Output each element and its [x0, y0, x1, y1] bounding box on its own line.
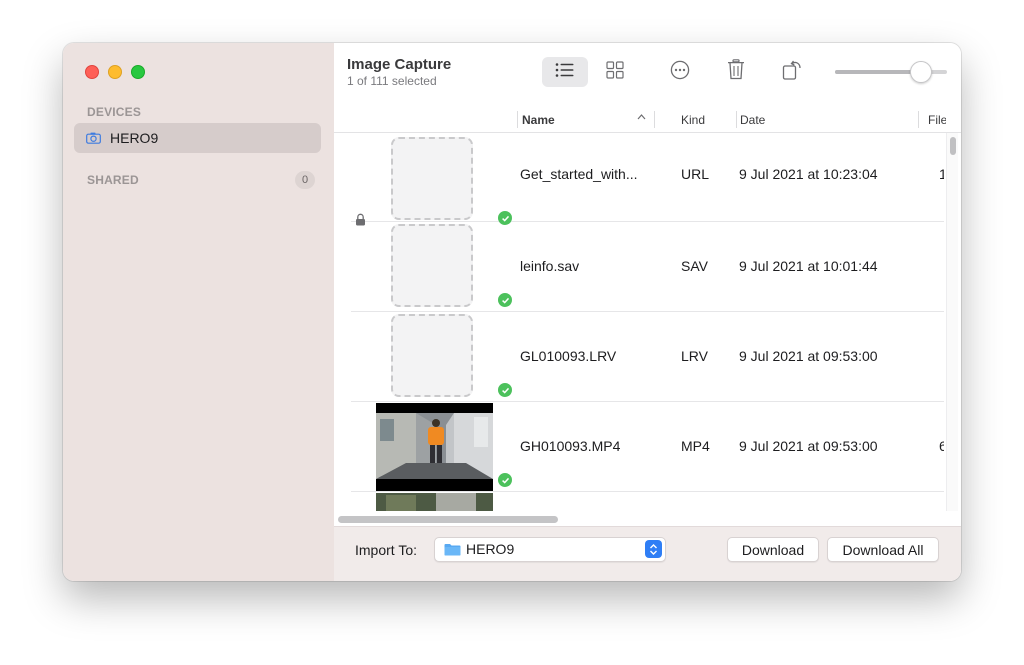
download-button[interactable]: Download: [727, 537, 819, 562]
window-controls: [85, 65, 145, 79]
file-size: 1: [939, 166, 944, 182]
table-row[interactable]: GL010093.LRV LRV 9 Jul 2021 at 09:53:00: [351, 312, 944, 402]
column-header-file[interactable]: File: [928, 113, 946, 127]
file-name: GL010093.LRV: [520, 348, 617, 364]
file-date: 9 Jul 2021 at 09:53:00: [739, 348, 878, 364]
folder-icon: [444, 543, 461, 561]
file-thumbnail-placeholder: [391, 224, 473, 307]
column-header-kind[interactable]: Kind: [681, 113, 705, 127]
minimize-button[interactable]: [108, 65, 122, 79]
camera-icon: [86, 132, 101, 144]
downloaded-check-icon: [498, 293, 512, 307]
shared-count-badge: 0: [295, 171, 315, 189]
horizontal-scrollbar[interactable]: [334, 513, 946, 524]
selection-count: 1 of 111 selected: [347, 74, 437, 88]
shared-section-label: SHARED: [87, 173, 139, 187]
sidebar: DEVICES HERO9 SHARED 0: [63, 43, 335, 581]
more-options-button[interactable]: [657, 57, 703, 87]
horizontal-scroll-thumb[interactable]: [338, 516, 558, 523]
vertical-scroll-thumb[interactable]: [950, 137, 956, 155]
table-row[interactable]: GH010093.MP4 MP4 9 Jul 2021 at 09:53:00 …: [351, 402, 944, 492]
list-view-icon: [555, 62, 575, 83]
device-name: HERO9: [110, 130, 159, 146]
file-date: 9 Jul 2021 at 10:01:44: [739, 258, 878, 274]
file-name: leinfo.sav: [520, 258, 580, 274]
close-button[interactable]: [85, 65, 99, 79]
delete-button[interactable]: [713, 57, 759, 87]
file-kind: URL: [681, 166, 710, 182]
file-date: 9 Jul 2021 at 10:23:04: [739, 166, 878, 182]
import-destination-popup[interactable]: HERO9: [434, 537, 666, 562]
column-header-date[interactable]: Date: [740, 113, 765, 127]
column-separator: [517, 111, 518, 128]
slider-knob[interactable]: [910, 61, 933, 83]
vertical-scrollbar[interactable]: [946, 133, 958, 511]
rotate-icon: [782, 59, 802, 86]
devices-section-label: DEVICES: [87, 105, 142, 119]
downloaded-check-icon: [498, 383, 512, 397]
list-view-button[interactable]: [542, 57, 588, 87]
grid-view-icon: [606, 60, 624, 84]
zoom-button[interactable]: [131, 65, 145, 79]
table-header: Name Kind Date File: [334, 107, 961, 133]
file-thumbnail-placeholder: [391, 314, 473, 397]
window-title: Image Capture: [347, 56, 452, 73]
table-row[interactable]: leinfo.sav SAV 9 Jul 2021 at 10:01:44: [351, 222, 944, 312]
file-list: Get_started_with... URL 9 Jul 2021 at 10…: [334, 133, 944, 511]
file-kind: LRV: [681, 348, 708, 364]
video-thumbnail: [376, 493, 493, 511]
video-thumbnail: [376, 403, 493, 491]
column-separator: [654, 111, 655, 128]
file-thumbnail-placeholder: [391, 137, 473, 220]
file-date: 9 Jul 2021 at 09:53:00: [739, 438, 878, 454]
sidebar-item-hero9[interactable]: HERO9: [74, 123, 321, 153]
rotate-button[interactable]: [769, 57, 815, 87]
column-separator: [918, 111, 919, 128]
image-capture-window: DEVICES HERO9 SHARED 0 Image Capture 1 o…: [63, 43, 961, 581]
chevron-updown-icon: [645, 540, 662, 558]
file-kind: MP4: [681, 438, 710, 454]
trash-icon: [727, 59, 745, 85]
downloaded-check-icon: [498, 473, 512, 487]
table-row[interactable]: [351, 492, 944, 511]
file-name: Get_started_with...: [520, 166, 638, 182]
import-bar: Import To: HERO9 Download Download All: [334, 526, 961, 581]
column-separator: [736, 111, 737, 128]
more-icon: [670, 60, 690, 85]
file-name: GH010093.MP4: [520, 438, 621, 454]
slider-fill: [835, 70, 921, 74]
column-header-name[interactable]: Name: [522, 113, 555, 127]
main-content: Image Capture 1 of 111 selected Name Kin…: [334, 43, 961, 581]
file-kind: SAV: [681, 258, 708, 274]
table-row[interactable]: Get_started_with... URL 9 Jul 2021 at 10…: [351, 133, 944, 226]
sort-ascending-icon: [637, 111, 646, 126]
download-all-button[interactable]: Download All: [827, 537, 939, 562]
import-destination-value: HERO9: [466, 541, 515, 557]
thumbnail-size-slider[interactable]: [835, 61, 947, 83]
import-to-label: Import To:: [355, 542, 417, 558]
file-size: 6: [939, 438, 944, 454]
grid-view-button[interactable]: [592, 57, 638, 87]
